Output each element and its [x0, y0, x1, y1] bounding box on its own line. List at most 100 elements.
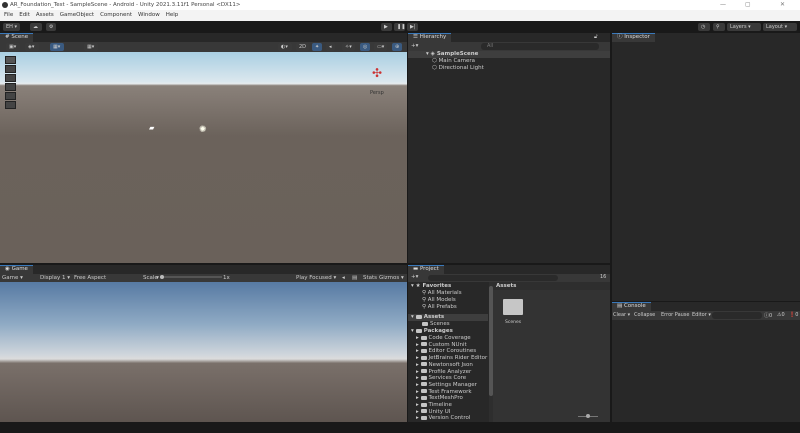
hierarchy-item[interactable]: ⬡ Directional Light	[432, 65, 484, 71]
tab-game[interactable]: ◉ Game	[0, 265, 33, 274]
hierarchy-item[interactable]: ⬡ Main Camera	[432, 58, 475, 64]
transform-tool-icon[interactable]	[5, 101, 16, 109]
package-folder[interactable]: ▸ Test Framework	[416, 389, 472, 395]
package-folder[interactable]: ▸ Services Core	[416, 375, 466, 381]
menu-gameobject[interactable]: GameObject	[60, 12, 94, 19]
menu-window[interactable]: Window	[138, 12, 160, 19]
tab-inspector[interactable]: ⓘ Inspector	[612, 33, 655, 42]
scale-slider[interactable]	[160, 275, 222, 279]
visibility-icon[interactable]: ◎	[360, 43, 371, 51]
package-folder[interactable]: ▸ Editor Coroutines	[416, 348, 476, 354]
scenes-folder-icon[interactable]	[503, 299, 523, 315]
grid-item-label[interactable]: Scenes	[505, 320, 521, 325]
editor-dropdown[interactable]: Editor ▾	[692, 312, 711, 318]
game-viewport[interactable]	[0, 282, 407, 422]
scene-gizmo-icon[interactable]: ✣	[372, 66, 382, 80]
asset-folder[interactable]: Scenes	[422, 321, 450, 327]
package-folder[interactable]: ▸ Version Control	[416, 415, 470, 421]
warning-count[interactable]: ⚠0	[777, 312, 785, 318]
rotate-tool-icon[interactable]	[5, 74, 16, 82]
favorite-item[interactable]: ⚲ All Models	[422, 297, 456, 303]
project-search-input[interactable]	[428, 275, 558, 281]
history-icon[interactable]: ◷	[698, 23, 710, 31]
hidden-packages-count[interactable]: 16	[600, 274, 606, 280]
hand-tool-icon[interactable]	[5, 56, 16, 64]
menu-assets[interactable]: Assets	[36, 12, 54, 19]
search-icon[interactable]: ⚲	[713, 23, 725, 31]
rect-tool-icon[interactable]	[5, 92, 16, 100]
breadcrumb-assets[interactable]: Assets	[496, 283, 516, 289]
move-tool-icon[interactable]	[5, 65, 16, 73]
scale-tool-icon[interactable]	[5, 83, 16, 91]
light-toggle-icon[interactable]: ✦	[312, 43, 323, 51]
settings-icon[interactable]: ⚙	[46, 23, 56, 31]
stats-button[interactable]: Stats	[363, 274, 377, 282]
render-mode-button[interactable]: ◈▾	[25, 43, 39, 51]
menu-help[interactable]: Help	[166, 12, 179, 19]
light-gizmo-icon[interactable]: ✺	[199, 125, 207, 135]
game-mode-dropdown[interactable]: Game ▾	[2, 274, 23, 282]
log-count[interactable]: ⓘ0	[764, 312, 772, 319]
gizmos-icon[interactable]: ⊕	[392, 43, 403, 51]
account-button[interactable]: EH ▾	[3, 23, 21, 31]
favorite-item[interactable]: ⚲ All Materials	[422, 290, 462, 296]
lighting-button[interactable]: ◐▾	[278, 43, 292, 51]
snap-button[interactable]: ▦▾	[84, 43, 98, 51]
maximize-button[interactable]: ▢	[745, 1, 751, 8]
error-count[interactable]: ❗0	[789, 312, 798, 318]
scene-viewport[interactable]: ✣ Persp ▰ ✺	[0, 52, 407, 263]
favorites-node[interactable]: ▾ ★ Favorites	[411, 283, 451, 289]
package-folder[interactable]: ▸ Code Coverage	[416, 335, 471, 341]
menu-file[interactable]: File	[4, 12, 13, 19]
add-asset-button[interactable]: +▾	[411, 274, 418, 280]
assets-node[interactable]: ▾ Assets	[408, 314, 488, 321]
layers-dropdown[interactable]: Layers ▾	[727, 23, 761, 31]
clear-button[interactable]: Clear ▾	[613, 312, 630, 318]
menu-edit[interactable]: Edit	[19, 12, 30, 19]
persp-label[interactable]: Persp	[370, 90, 384, 96]
menu-component[interactable]: Component	[100, 12, 132, 19]
favorite-item[interactable]: ⚲ All Prefabs	[422, 304, 457, 310]
package-folder[interactable]: ▸ Profile Analyzer	[416, 369, 471, 375]
audio-toggle-icon[interactable]: ◂	[326, 43, 335, 51]
mute-audio-icon[interactable]: ◂	[342, 274, 345, 282]
gizmos-dropdown[interactable]: Gizmos ▾	[379, 274, 404, 282]
pause-button[interactable]: ❚❚	[394, 23, 405, 31]
tab-console[interactable]: ▤ Console	[612, 302, 651, 311]
minimize-button[interactable]: —	[720, 1, 726, 8]
tab-project[interactable]: ▬ Project	[408, 265, 444, 274]
step-button[interactable]: ▶|	[407, 23, 418, 31]
stats-icon[interactable]: ▤	[352, 274, 357, 282]
draw-mode-button[interactable]: ▣▾	[6, 43, 20, 51]
console-search-input[interactable]	[712, 312, 762, 319]
package-folder[interactable]: ▸ TextMeshPro	[416, 395, 463, 401]
package-folder[interactable]: ▸ Timeline	[416, 402, 452, 408]
scene-row[interactable]: ▾ ◈ SampleScene	[408, 51, 610, 58]
package-folder[interactable]: ▸ JetBrains Rider Editor	[416, 355, 487, 361]
cloud-icon[interactable]: ☁	[30, 23, 42, 31]
effects-icon[interactable]: ✧▾	[342, 43, 355, 51]
grid-button[interactable]: ▦▾	[50, 43, 64, 51]
package-folder[interactable]: ▸ Custom NUnit	[416, 342, 467, 348]
collapse-button[interactable]: Collapse	[634, 312, 655, 318]
display-dropdown[interactable]: Display 1 ▾	[40, 274, 70, 282]
add-button[interactable]: +▾	[411, 43, 418, 49]
hierarchy-search-input[interactable]: All	[481, 43, 599, 50]
package-folder[interactable]: ▸ Settings Manager	[416, 382, 477, 388]
layout-dropdown[interactable]: Layout ▾	[763, 23, 797, 31]
tab-scene[interactable]: # Scene	[0, 33, 34, 42]
play-button[interactable]: ▶	[381, 23, 392, 31]
lock-icon[interactable]: 🔓︎	[594, 34, 598, 41]
tab-hierarchy[interactable]: ☰ Hierarchy	[408, 33, 452, 42]
camera-gizmo-icon[interactable]: ▰	[149, 124, 154, 132]
package-folder[interactable]: ▸ Unity UI	[416, 409, 450, 415]
package-folder[interactable]: ▸ Newtonsoft Json	[416, 362, 473, 368]
2d-toggle[interactable]: 2D	[296, 43, 310, 51]
scale-slider-thumb[interactable]	[160, 275, 164, 279]
error-pause-button[interactable]: Error Pause	[661, 312, 689, 318]
camera-icon[interactable]: ▭▾	[374, 43, 388, 51]
icon-size-slider[interactable]	[578, 414, 598, 418]
play-mode-dropdown[interactable]: Play Focused ▾	[296, 274, 336, 282]
packages-node[interactable]: ▾ Packages	[411, 328, 453, 334]
icon-size-thumb[interactable]	[586, 414, 590, 418]
